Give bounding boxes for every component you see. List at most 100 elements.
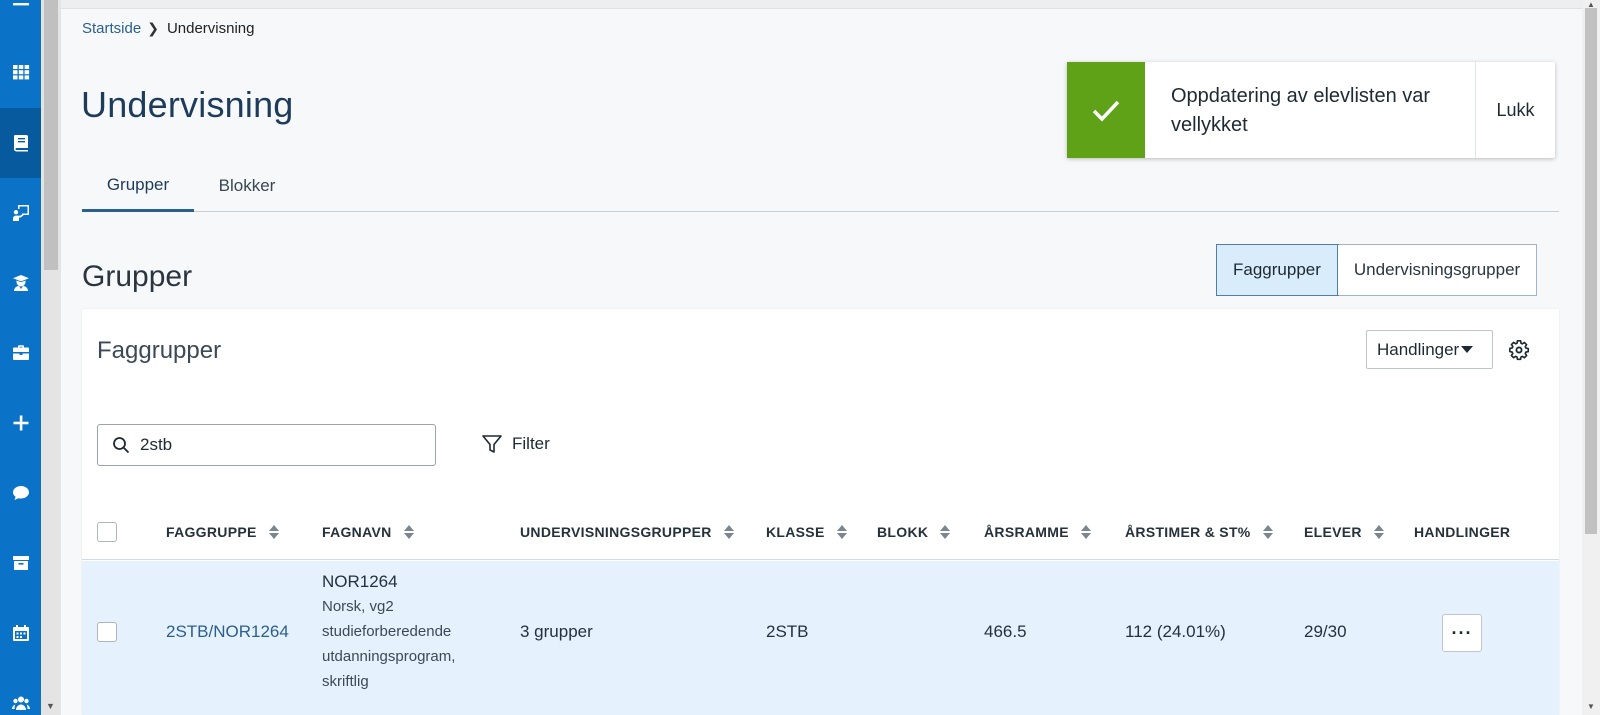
section-title: Grupper [82,260,193,293]
sort-icon [940,525,951,539]
calendar-icon [12,625,29,641]
users-icon [11,696,30,710]
tab-bar: Grupper Blokker [82,160,1559,212]
arstimer-cell: 112 (24.01%) [1125,622,1226,641]
breadcrumb: Startside ❯ Undervisning [82,20,254,37]
arsramme-cell: 466.5 [984,622,1027,641]
header-faggruppe-label: FAGGRUPPE [166,524,257,540]
graduate-icon [12,275,29,291]
sort-icon [403,525,414,539]
klasse-cell: 2STB [766,622,809,641]
gear-icon[interactable] [1508,339,1530,361]
nav-menu[interactable] [0,0,41,35]
nav-add[interactable] [0,388,41,458]
header-faggruppe[interactable]: FAGGRUPPE [166,504,279,560]
card-title: Faggrupper [97,337,222,364]
nav-calendar[interactable] [0,598,41,668]
header-undervisningsgrupper[interactable]: UNDERVISNINGSGRUPPER [520,504,734,560]
header-undervisningsgrupper-label: UNDERVISNINGSGRUPPER [520,524,712,540]
elever-cell: 29/30 [1304,622,1347,641]
nav-apps[interactable] [0,37,41,107]
view-toggle: Faggrupper Undervisningsgrupper [1216,244,1538,296]
toast-message: Oppdatering av elevlisten var vellykket [1171,85,1431,136]
undervisningsgrupper-cell: 3 grupper [520,622,593,641]
top-bar [61,0,1582,9]
tab-blokker[interactable]: Blokker [194,160,300,212]
grid-icon [12,65,29,80]
page-scrollbar[interactable]: ▲ ▼ [1582,0,1600,715]
nav-students[interactable] [0,248,41,318]
row-checkbox[interactable] [97,622,117,642]
header-fagnavn-label: FAGNAVN [322,524,392,540]
toast-close-button[interactable]: Lukk [1475,62,1555,158]
nav-archive[interactable] [0,528,41,598]
tab-grupper-label: Grupper [106,174,170,194]
scroll-down-arrow-icon[interactable]: ▼ [1587,702,1595,711]
tab-grupper[interactable]: Grupper [82,160,194,212]
breadcrumb-current: Undervisning [166,20,255,37]
actions-dropdown-button[interactable]: Handlinger [1366,330,1493,369]
nav-briefcase[interactable] [0,318,41,388]
header-fagnavn[interactable]: FAGNAVN [322,504,414,560]
header-arsramme[interactable]: ÅRSRAMME [984,504,1091,560]
nav-messages[interactable] [0,458,41,528]
success-toast: Oppdatering av elevlisten var vellykket … [1067,62,1555,158]
sort-icon [723,525,734,539]
row-checkbox-cell [97,622,117,642]
search-icon [113,437,130,454]
select-all-checkbox[interactable] [97,522,117,542]
table-header: FAGGRUPPE FAGNAVN UNDERVISNINGSGRUPPER K… [82,504,1559,560]
tab-blokker-label: Blokker [218,176,276,195]
book-icon [13,135,28,152]
nav-undervisning[interactable] [0,108,41,178]
header-blokk-label: BLOKK [877,524,929,540]
header-arsramme-label: ÅRSRAMME [984,524,1069,540]
header-elever-label: ELEVER [1304,524,1362,540]
header-blokk[interactable]: BLOKK [877,504,951,560]
breadcrumb-home-link[interactable]: Startside [82,20,141,37]
header-handlinger-label: HANDLINGER [1414,524,1511,540]
sort-icon [268,525,279,539]
fagnavn-cell: NOR1264 Norsk, vg2 studieforberedende ut… [322,572,492,694]
header-klasse[interactable]: KLASSE [766,504,847,560]
header-elever[interactable]: ELEVER [1304,504,1384,560]
sort-icon [836,525,847,539]
toggle-undervisningsgrupper[interactable]: Undervisningsgrupper [1337,245,1537,295]
plus-icon [13,415,28,431]
faggruppe-link[interactable]: 2STB/NOR1264 [166,622,289,642]
sort-icon [1373,525,1384,539]
scroll-down-arrow-icon[interactable]: ▼ [46,701,55,711]
filter-button[interactable]: Filter [481,433,550,455]
menu-icon [12,3,29,6]
nav-scrollbar-thumb[interactable] [44,0,58,270]
header-handlinger: HANDLINGER [1414,504,1510,560]
archive-icon [12,556,29,570]
nav-scrollbar[interactable]: ▼ [41,0,61,715]
select-all-cell [97,504,117,560]
header-klasse-label: KLASSE [766,524,825,540]
sort-icon [1080,525,1091,539]
checkmark-icon [1092,100,1120,122]
table-row[interactable]: 2STB/NOR1264 NOR1264 Norsk, vg2 studiefo… [82,561,1559,715]
header-arstimer[interactable]: ÅRSTIMER & ST% [1125,504,1273,560]
faggrupper-card: Faggrupper Handlinger Filter FAGGRUPPE F… [82,309,1559,715]
page-scrollbar-thumb[interactable] [1585,8,1597,534]
page-title: Undervisning [81,84,294,125]
caret-down-icon [1461,346,1474,353]
search-input[interactable] [140,435,420,455]
toast-status [1067,62,1145,158]
briefcase-icon [12,345,29,360]
row-more-actions-button[interactable]: ··· [1442,614,1482,652]
actions-label: Handlinger [1377,339,1460,359]
sort-icon [1262,525,1273,539]
fag-description: Norsk, vg2 studieforberedende utdannings… [322,598,456,690]
header-arstimer-label: ÅRSTIMER & ST% [1125,524,1251,540]
teacher-board-icon [12,205,29,221]
nav-groups[interactable] [0,668,41,715]
search-box [97,424,436,466]
chat-icon [12,486,29,500]
fag-code: NOR1264 [322,572,398,591]
nav-teacher[interactable] [0,178,41,248]
toggle-faggrupper[interactable]: Faggrupper [1216,244,1339,296]
side-navigation [0,0,41,715]
